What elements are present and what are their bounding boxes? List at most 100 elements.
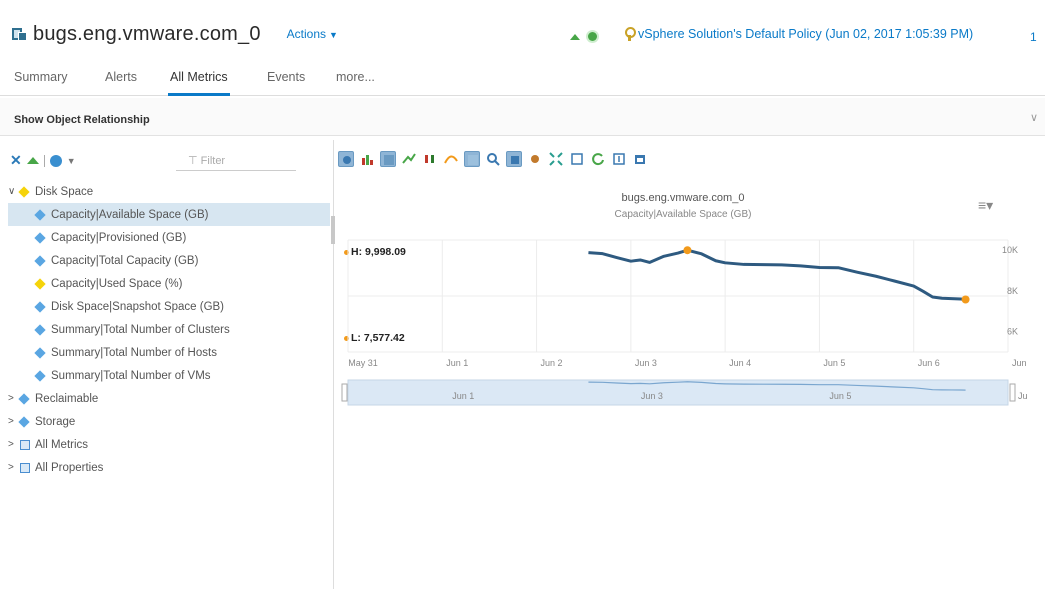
property-group-icon xyxy=(20,463,30,473)
zoom-view-icon[interactable] xyxy=(506,151,522,167)
forecast-icon[interactable] xyxy=(443,151,459,167)
object-title: bugs.eng.vmware.com_0 xyxy=(33,22,261,45)
tree-node-total-clusters[interactable]: Summary|Total Number of Clusters xyxy=(8,318,330,341)
blue-diamond-icon xyxy=(18,415,30,428)
remove-icon[interactable] xyxy=(569,151,585,167)
relationship-label: Show Object Relationship xyxy=(14,114,150,126)
tree-node-label: Storage xyxy=(35,415,76,428)
tree-node-total-hosts[interactable]: Summary|Total Number of Hosts xyxy=(8,341,330,364)
x-tick-label: May 31 xyxy=(348,358,378,368)
navigator-label: Jun 7 xyxy=(1018,391,1028,401)
chart-plot[interactable]: May 31 Jun 1 Jun 2 Jun 3 Jun 4 Jun 5 Jun 6 Jun … xyxy=(338,180,1028,420)
tree-node-snapshot-space[interactable]: Disk Space|Snapshot Space (GB) xyxy=(8,295,330,318)
tree-node-reclaimable[interactable]: > Reclaimable xyxy=(8,387,330,410)
bar-chart-icon[interactable] xyxy=(359,151,375,167)
refresh-icon[interactable] xyxy=(590,151,606,167)
x-tick-label: Jun 4 xyxy=(729,358,751,368)
tree-node-label: Summary|Total Number of Clusters xyxy=(51,323,230,336)
health-status xyxy=(570,32,597,41)
policy-link[interactable]: vSphere Solution's Default Policy (Jun 0… xyxy=(623,27,973,41)
dynamic-threshold-icon[interactable] xyxy=(422,151,438,167)
tree-node-total-vms[interactable]: Summary|Total Number of VMs xyxy=(8,364,330,387)
blue-diamond-icon xyxy=(34,231,46,244)
panel-splitter-handle[interactable] xyxy=(331,216,335,244)
tree-node-label: Disk Space xyxy=(35,185,94,198)
scope-icon[interactable] xyxy=(49,154,62,167)
tree-node-label: Summary|Total Number of VMs xyxy=(51,369,211,382)
fit-all-icon[interactable] xyxy=(548,151,564,167)
tree-node-label: All Metrics xyxy=(35,438,89,451)
tab-events[interactable]: Events xyxy=(265,70,307,96)
x-tick-label: Jun 6 xyxy=(918,358,940,368)
tree-node-available-space[interactable]: Capacity|Available Space (GB) xyxy=(8,203,330,226)
tab-alerts[interactable]: Alerts xyxy=(103,70,139,96)
metric-chart: bugs.eng.vmware.com_0 Capacity|Available… xyxy=(338,180,1028,420)
tree-node-label: Reclaimable xyxy=(35,392,99,405)
tree-node-disk-space[interactable]: ∨ Disk Space xyxy=(8,180,330,203)
blue-diamond-icon xyxy=(34,300,46,313)
chevron-down-icon[interactable]: ▼ xyxy=(67,156,76,166)
blue-diamond-icon xyxy=(34,254,46,267)
filter-input[interactable]: ⊤ Filter xyxy=(176,149,296,171)
blue-diamond-icon xyxy=(34,369,46,382)
tree-node-label: Capacity|Available Space (GB) xyxy=(51,208,209,221)
expand-toggle-icon[interactable]: > xyxy=(8,439,20,450)
expand-toggle-icon[interactable]: > xyxy=(8,462,20,473)
y-tick-label: 6K xyxy=(1007,327,1018,337)
date-controls-icon[interactable] xyxy=(464,151,480,167)
expand-chevron-icon[interactable]: ∨ xyxy=(1030,111,1038,124)
metric-tree: ∨ Disk Space Capacity|Available Space (GB… xyxy=(8,180,330,479)
stacked-chart-icon[interactable] xyxy=(380,151,396,167)
tree-node-label: Summary|Total Number of Hosts xyxy=(51,346,217,359)
tree-node-used-space[interactable]: Capacity|Used Space (%) xyxy=(8,272,330,295)
health-filter-icon[interactable] xyxy=(26,157,39,164)
calendar-icon[interactable] xyxy=(632,151,648,167)
object-header: bugs.eng.vmware.com_0 Actions ▼ vSphere S… xyxy=(0,0,1045,62)
tree-node-label: All Properties xyxy=(35,461,104,474)
app-window: bugs.eng.vmware.com_0 Actions ▼ vSphere S… xyxy=(0,0,1045,589)
y-tick-label: 8K xyxy=(1007,286,1018,296)
toolbar-divider xyxy=(43,154,45,167)
yellow-diamond-icon xyxy=(34,277,46,290)
filter-icon: ⊤ xyxy=(188,155,198,167)
tree-node-all-properties[interactable]: > All Properties xyxy=(8,456,330,479)
navigator-label: Jun 5 xyxy=(829,391,851,401)
x-tick-label: Jun 3 xyxy=(635,358,657,368)
metric-chart-icon[interactable] xyxy=(338,151,354,167)
zoom-icon[interactable] xyxy=(485,151,501,167)
tab-summary[interactable]: Summary xyxy=(12,70,69,96)
tree-node-label: Capacity|Total Capacity (GB) xyxy=(51,254,199,267)
object-relationship-bar[interactable]: Show Object Relationship ∨ xyxy=(0,98,1045,136)
title-row: bugs.eng.vmware.com_0 Actions ▼ xyxy=(12,22,338,46)
collapse-all-icon[interactable]: ✕ xyxy=(10,152,22,169)
tree-node-label: Capacity|Provisioned (GB) xyxy=(51,231,187,244)
tree-node-label: Disk Space|Snapshot Space (GB) xyxy=(51,300,225,313)
metric-tree-panel: ✕ ▼ ⊤ Filter ∨ Disk Space Capacity|Availa… xyxy=(0,140,334,589)
tree-node-storage[interactable]: > Storage xyxy=(8,410,330,433)
blue-diamond-icon xyxy=(34,346,46,359)
tree-node-all-metrics[interactable]: > All Metrics xyxy=(8,433,330,456)
tree-node-label: Capacity|Used Space (%) xyxy=(51,277,183,290)
save-snapshot-icon[interactable] xyxy=(611,151,627,167)
blue-diamond-icon xyxy=(34,208,46,221)
tab-more[interactable]: more... xyxy=(334,70,377,96)
actions-menu-button[interactable]: Actions ▼ xyxy=(287,27,338,41)
pan-icon[interactable] xyxy=(527,151,543,167)
tree-toolbar: ✕ ▼ xyxy=(10,152,76,169)
tree-node-total-capacity[interactable]: Capacity|Total Capacity (GB) xyxy=(8,249,330,272)
blue-diamond-icon xyxy=(18,392,30,405)
navigator-left-handle xyxy=(341,383,348,402)
series-line xyxy=(588,248,966,302)
tab-all-metrics[interactable]: All Metrics xyxy=(168,70,230,96)
datastore-icon xyxy=(12,26,28,42)
metric-group-icon xyxy=(20,440,30,450)
header-overflow-text: 1 xyxy=(1030,30,1037,44)
trend-icon[interactable] xyxy=(401,151,417,167)
navigator-label: Jun 1 xyxy=(452,391,474,401)
tab-bar: Summary Alerts All Metrics Events more..… xyxy=(0,62,1045,96)
x-tick-label: Jun 5 xyxy=(823,358,845,368)
navigator-label: Jun 3 xyxy=(641,391,663,401)
tree-node-provisioned[interactable]: Capacity|Provisioned (GB) xyxy=(8,226,330,249)
y-tick-label: 10K xyxy=(1002,245,1018,255)
policy-icon xyxy=(623,27,636,41)
